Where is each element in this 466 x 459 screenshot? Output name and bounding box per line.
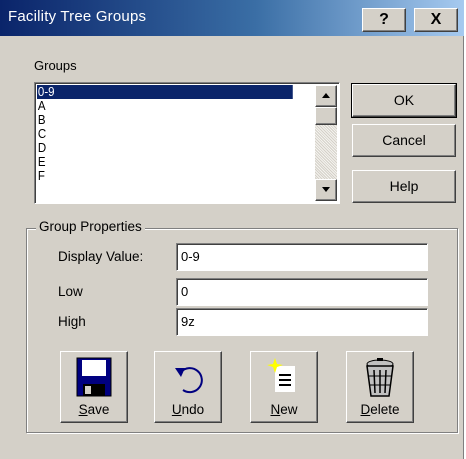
- save-caption: Save: [61, 402, 127, 417]
- groups-listbox[interactable]: 0-9 A B C D E F: [34, 82, 340, 204]
- undo-arrow-icon: [175, 367, 203, 394]
- help-button[interactable]: Help: [352, 170, 456, 203]
- scroll-thumb[interactable]: [315, 107, 337, 125]
- undo-mnemonic: U: [171, 402, 182, 417]
- scroll-down-button[interactable]: [315, 179, 337, 201]
- floppy-disk-icon: [76, 357, 112, 397]
- new-caption: New: [251, 402, 317, 417]
- undo-caption: Undo: [155, 402, 221, 417]
- scroll-up-button[interactable]: [315, 85, 337, 107]
- delete-caption: Delete: [347, 402, 413, 417]
- list-item[interactable]: F: [37, 169, 293, 183]
- new-document-icon: [267, 358, 295, 392]
- list-item[interactable]: E: [37, 155, 293, 169]
- new-button[interactable]: New: [250, 351, 318, 423]
- save-caption-rest: ave: [87, 402, 110, 417]
- save-mnemonic: S: [78, 402, 88, 417]
- high-field[interactable]: 9z: [176, 308, 428, 336]
- new-caption-rest: ew: [280, 402, 298, 417]
- close-button[interactable]: X: [414, 8, 458, 32]
- trash-can-icon: [366, 358, 394, 397]
- undo-caption-rest: ndo: [181, 402, 205, 417]
- display-value-field[interactable]: 0-9: [176, 243, 428, 271]
- delete-caption-rest: elete: [370, 402, 400, 417]
- list-item[interactable]: 0-9: [37, 85, 293, 99]
- list-item[interactable]: B: [37, 113, 293, 127]
- groups-label: Groups: [34, 58, 77, 73]
- low-label: Low: [58, 284, 83, 299]
- list-item[interactable]: C: [37, 127, 293, 141]
- low-field[interactable]: 0: [176, 278, 428, 306]
- list-item[interactable]: A: [37, 99, 293, 113]
- undo-button[interactable]: Undo: [154, 351, 222, 423]
- group-properties-legend: Group Properties: [36, 219, 145, 234]
- window-title: Facility Tree Groups: [8, 8, 147, 25]
- chevron-up-icon: [322, 93, 330, 98]
- high-label: High: [58, 314, 86, 329]
- save-button[interactable]: Save: [60, 351, 128, 423]
- display-value-label: Display Value:: [58, 249, 144, 264]
- context-help-button[interactable]: ?: [362, 8, 406, 32]
- list-item[interactable]: D: [37, 141, 293, 155]
- groups-scrollbar[interactable]: [315, 85, 337, 201]
- groups-list-items: 0-9 A B C D E F: [37, 85, 315, 183]
- chevron-down-icon: [322, 187, 330, 192]
- delete-button[interactable]: Delete: [346, 351, 414, 423]
- cancel-button[interactable]: Cancel: [352, 124, 456, 157]
- new-mnemonic: N: [270, 402, 281, 417]
- delete-mnemonic: D: [360, 402, 371, 417]
- ok-button[interactable]: OK: [351, 83, 457, 118]
- title-bar[interactable]: Facility Tree Groups ? X: [0, 0, 464, 36]
- dialog-window: Facility Tree Groups ? X Groups 0-9 A B C D E…: [0, 0, 464, 459]
